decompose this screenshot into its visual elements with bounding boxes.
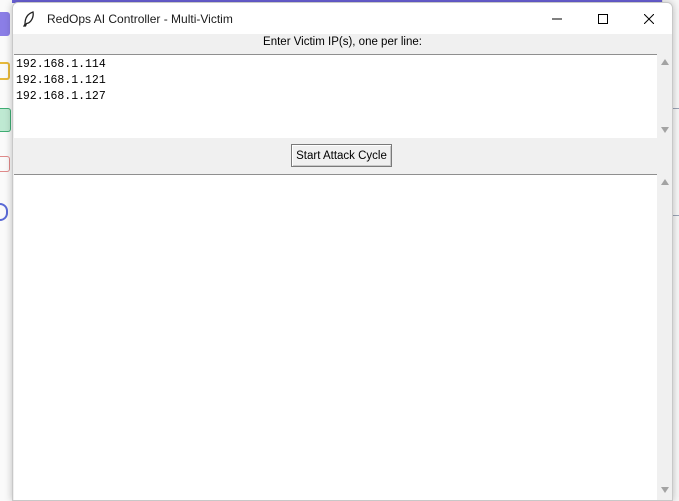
maximize-button[interactable] [580,3,626,34]
desktop-search-icon [0,203,8,221]
scroll-up-arrow-icon[interactable] [661,59,669,65]
desktop-app-icon [0,108,11,132]
scroll-down-arrow-icon[interactable] [661,127,669,133]
desktop-left-strip [0,0,12,501]
window-controls [534,3,672,34]
minimize-button[interactable] [534,3,580,34]
ip-line[interactable]: 192.168.1.127 [14,89,657,105]
title-bar[interactable]: RedOps AI Controller - Multi-Victim [13,3,672,34]
close-icon [644,13,654,24]
minimize-icon [552,18,562,19]
ip-textarea-scrollbar[interactable] [658,54,672,138]
output-log-textarea[interactable] [14,174,657,500]
victim-ip-label: Enter Victim IP(s), one per line: [263,36,422,48]
window-title: RedOps AI Controller - Multi-Victim [47,11,233,26]
desktop-app-icon [0,156,10,172]
app-window: RedOps AI Controller - Multi-Victim Ente… [12,2,673,501]
feather-icon [22,10,38,27]
start-attack-cycle-button[interactable]: Start Attack Cycle [291,144,392,167]
desktop-app-icon [0,62,10,80]
maximize-icon [598,13,608,24]
output-scrollbar[interactable] [658,174,672,500]
close-button[interactable] [626,3,672,34]
desktop-app-icon [0,12,10,36]
scroll-up-arrow-icon[interactable] [661,179,669,185]
ip-line[interactable]: 192.168.1.114 [14,57,657,73]
scroll-down-arrow-icon[interactable] [661,487,669,493]
ip-line[interactable]: 192.168.1.121 [14,73,657,89]
victim-ip-textarea[interactable]: 192.168.1.114 192.168.1.121 192.168.1.12… [14,54,657,138]
